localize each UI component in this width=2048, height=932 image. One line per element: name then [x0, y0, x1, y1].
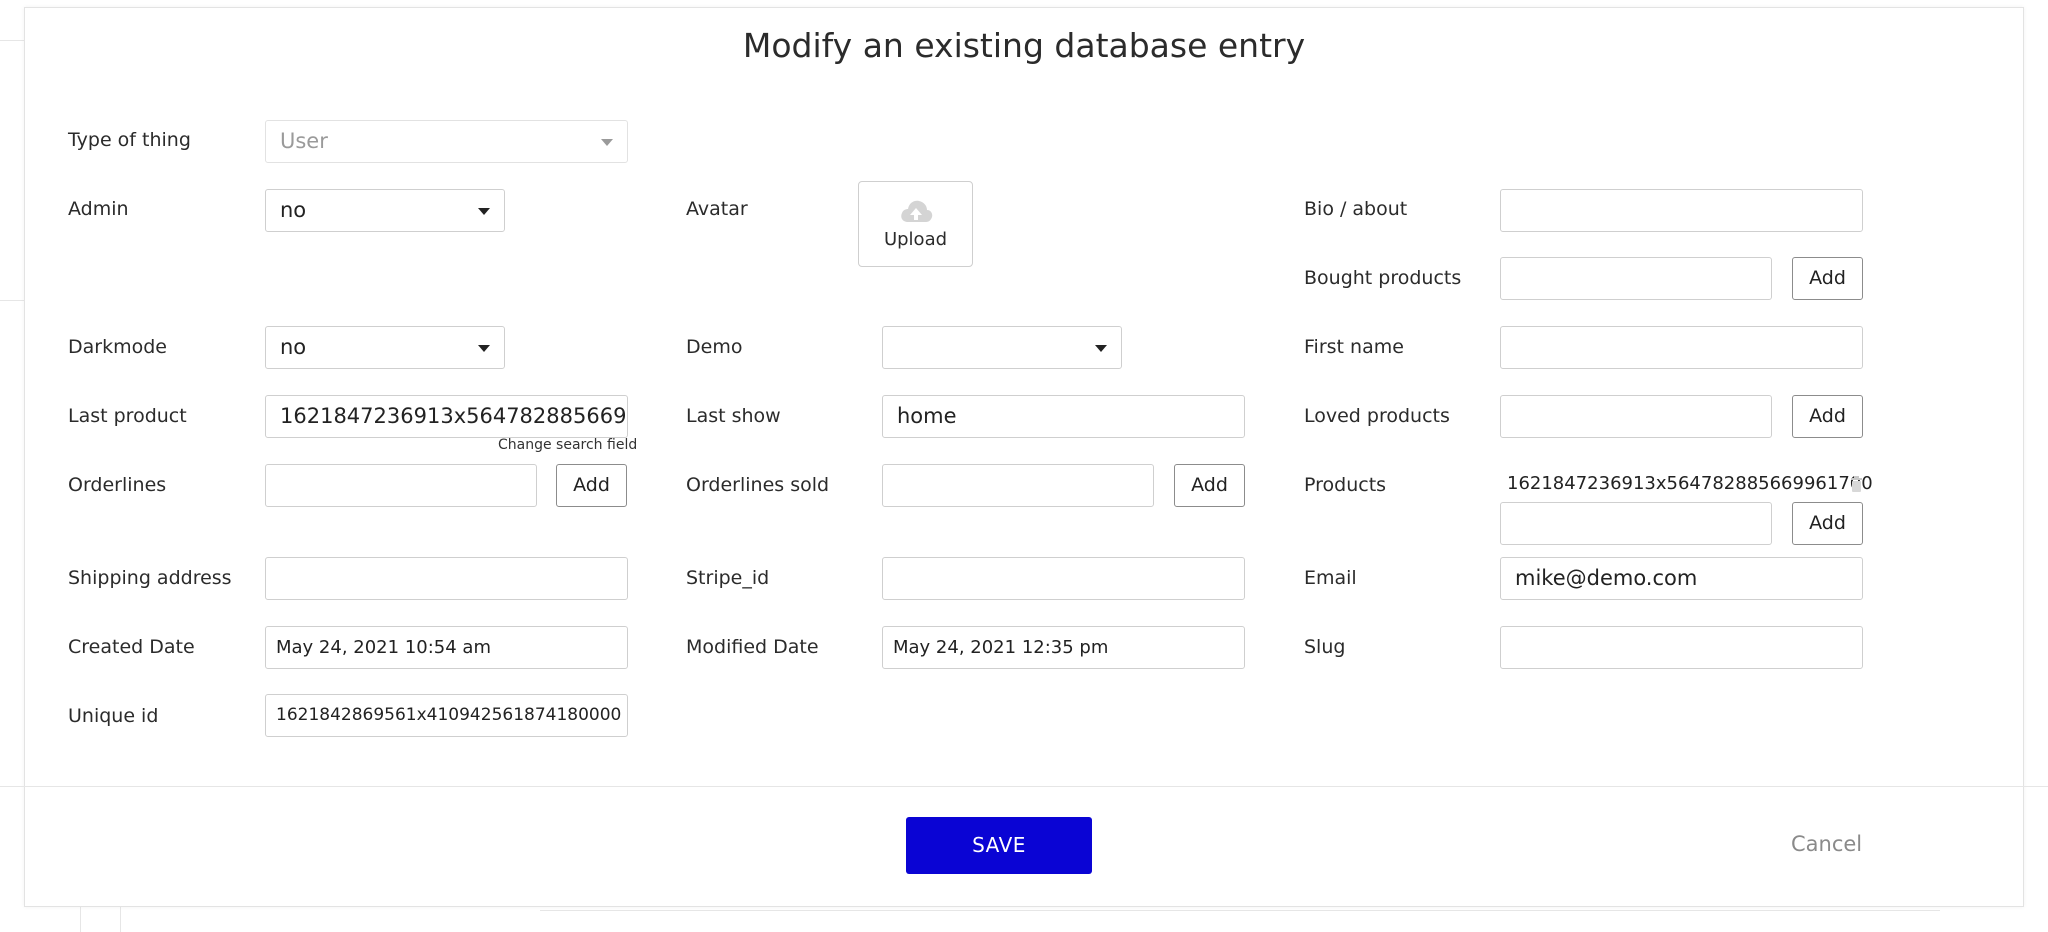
orderlines-sold-input[interactable]	[882, 464, 1154, 507]
last-product-input[interactable]: 1621847236913x564782885669961700	[265, 395, 628, 438]
stripe-id-input[interactable]	[882, 557, 1245, 600]
bought-products-label: Bought products	[1304, 267, 1462, 289]
caret-down-icon	[1095, 345, 1107, 352]
avatar-upload-button[interactable]: Upload	[858, 181, 973, 267]
upload-label: Upload	[883, 229, 948, 250]
unique-id-input: 1621842869561x410942561874180000	[265, 694, 628, 737]
stripe-id-label: Stripe_id	[686, 567, 770, 589]
bio-label: Bio / about	[1304, 198, 1408, 220]
admin-label: Admin	[68, 198, 129, 220]
type-of-thing-select[interactable]: User	[265, 120, 628, 163]
loved-products-add-button[interactable]: Add	[1792, 395, 1863, 438]
bio-input[interactable]	[1500, 189, 1863, 232]
type-of-thing-value: User	[280, 129, 328, 153]
shipping-address-label: Shipping address	[68, 567, 232, 589]
email-input[interactable]: mike@demo.com	[1500, 557, 1863, 600]
last-show-label: Last show	[686, 405, 781, 427]
orderlines-input[interactable]	[265, 464, 537, 507]
type-of-thing-label: Type of thing	[68, 129, 191, 151]
trash-icon[interactable]	[1850, 476, 1863, 492]
admin-value: no	[280, 198, 307, 222]
first-name-input[interactable]	[1500, 326, 1863, 369]
footer-divider	[0, 786, 2048, 787]
change-search-field-link[interactable]: Change search field	[498, 437, 637, 453]
first-name-label: First name	[1304, 336, 1404, 358]
modified-date-input[interactable]: May 24, 2021 12:35 pm	[882, 626, 1245, 669]
orderlines-sold-add-button[interactable]: Add	[1174, 464, 1245, 507]
admin-select[interactable]: no	[265, 189, 505, 232]
cloud-upload-icon	[901, 200, 933, 222]
products-input[interactable]	[1500, 502, 1772, 545]
orderlines-sold-label: Orderlines sold	[686, 474, 830, 496]
caret-down-icon	[478, 345, 490, 352]
orderlines-add-button[interactable]: Add	[556, 464, 627, 507]
loved-products-label: Loved products	[1304, 405, 1450, 427]
last-show-input[interactable]: home	[882, 395, 1245, 438]
demo-select[interactable]	[882, 326, 1122, 369]
products-add-button[interactable]: Add	[1792, 502, 1863, 545]
avatar-label: Avatar	[686, 198, 748, 220]
darkmode-label: Darkmode	[68, 336, 167, 358]
darkmode-value: no	[280, 335, 307, 359]
caret-down-icon	[601, 139, 613, 146]
orderlines-label: Orderlines	[68, 474, 167, 496]
products-label: Products	[1304, 474, 1387, 496]
unique-id-label: Unique id	[68, 705, 159, 727]
created-date-input[interactable]: May 24, 2021 10:54 am	[265, 626, 628, 669]
slug-input[interactable]	[1500, 626, 1863, 669]
products-item: 1621847236913x564782885669961700	[1507, 473, 1873, 494]
last-product-label: Last product	[68, 405, 187, 427]
modal-title: Modify an existing database entry	[742, 26, 1306, 65]
bought-products-input[interactable]	[1500, 257, 1772, 300]
demo-label: Demo	[686, 336, 743, 358]
loved-products-input[interactable]	[1500, 395, 1772, 438]
darkmode-select[interactable]: no	[265, 326, 505, 369]
shipping-address-input[interactable]	[265, 557, 628, 600]
save-button[interactable]: SAVE	[906, 817, 1092, 874]
created-date-label: Created Date	[68, 636, 195, 658]
bought-products-add-button[interactable]: Add	[1792, 257, 1863, 300]
slug-label: Slug	[1304, 636, 1346, 658]
cancel-button[interactable]: Cancel	[1791, 832, 1862, 856]
caret-down-icon	[478, 208, 490, 215]
modified-date-label: Modified Date	[686, 636, 819, 658]
email-label: Email	[1304, 567, 1357, 589]
